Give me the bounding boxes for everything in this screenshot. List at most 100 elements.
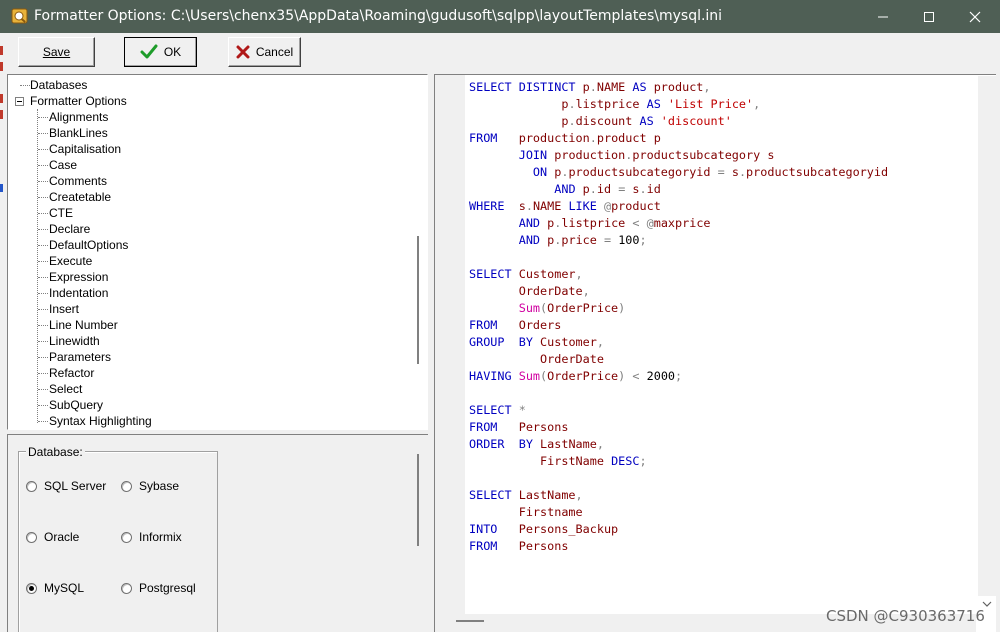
code-line: SELECT Customer,	[469, 266, 888, 283]
code-token: ,	[703, 80, 711, 94]
code-token: ORDER	[469, 437, 519, 451]
tree-connector	[38, 245, 48, 246]
tree-item-createtable[interactable]: Createtable	[49, 189, 111, 205]
code-token: .	[589, 182, 597, 196]
tree-scrollbar-thumb[interactable]	[417, 236, 419, 364]
cancel-button[interactable]: Cancel	[228, 37, 301, 67]
code-token: ;	[639, 233, 647, 247]
code-line: SELECT *	[469, 402, 888, 419]
code-token: ,	[575, 267, 583, 281]
code-token: GROUP	[469, 335, 519, 349]
code-token: id	[646, 182, 661, 196]
tree-item-execute[interactable]: Execute	[49, 253, 92, 269]
editor-hscroll-thumb[interactable]	[456, 620, 484, 622]
tree-item-comments[interactable]: Comments	[49, 173, 107, 189]
editor-vertical-scrollbar[interactable]	[978, 76, 996, 596]
code-line: SELECT DISTINCT p.NAME AS product,	[469, 79, 888, 96]
tree-connector	[20, 85, 30, 86]
radio-sybase[interactable]: Sybase	[121, 479, 179, 493]
code-line: AND p.price = 100;	[469, 232, 888, 249]
tree-item-indentation[interactable]: Indentation	[49, 285, 108, 301]
tree-connector	[38, 357, 48, 358]
radio-sql-server[interactable]: SQL Server	[26, 479, 106, 493]
cancel-button-label: Cancel	[255, 45, 294, 59]
tree-item-refactor[interactable]: Refactor	[49, 365, 94, 381]
tree-item-subquery[interactable]: SubQuery	[49, 397, 103, 413]
radio-label: Oracle	[44, 530, 80, 544]
code-token: @	[603, 199, 612, 213]
tree-item-blanklines[interactable]: BlankLines	[49, 125, 108, 141]
tree-item-alignments[interactable]: Alignments	[49, 109, 108, 125]
options-tree[interactable]: Databases Formatter Options Alignments Bl…	[7, 74, 428, 430]
code-token: AND	[518, 233, 548, 247]
tree-item-select[interactable]: Select	[49, 381, 82, 397]
code-token: LIKE	[568, 199, 604, 213]
tree-item-cte[interactable]: CTE	[49, 205, 73, 221]
ok-button-label: OK	[163, 45, 182, 59]
close-button[interactable]	[952, 0, 998, 33]
code-token: productsubcategoryid	[746, 165, 889, 179]
tree-item-insert[interactable]: Insert	[49, 301, 79, 317]
tree-item-declare[interactable]: Declare	[49, 221, 90, 237]
code-token: ,	[596, 437, 604, 451]
code-token: ;	[639, 454, 647, 468]
radio-oracle[interactable]: Oracle	[26, 530, 79, 544]
tree-item-syntax-highlighting[interactable]: Syntax Highlighting	[49, 413, 152, 429]
radio-mysql[interactable]: MySQL	[26, 581, 84, 595]
check-icon	[140, 44, 158, 59]
code-line: GROUP BY Customer,	[469, 334, 888, 351]
code-token: listprice	[575, 97, 647, 111]
code-token: listprice	[561, 216, 633, 230]
ok-button[interactable]: OK	[124, 37, 197, 67]
edge-mark	[0, 110, 3, 119]
code-token: BY	[518, 335, 541, 349]
tree-item-case[interactable]: Case	[49, 157, 77, 173]
code-line: OrderDate,	[469, 283, 888, 300]
save-button[interactable]: Save	[18, 37, 95, 67]
tree-connector	[38, 229, 48, 230]
tree-connector	[38, 133, 48, 134]
collapse-icon[interactable]	[15, 97, 24, 106]
tree-item-parameters[interactable]: Parameters	[49, 349, 111, 365]
code-line: FROM Persons	[469, 538, 888, 555]
code-token: Customer	[540, 335, 597, 349]
radio-informix[interactable]: Informix	[121, 530, 182, 544]
tree-item-expression[interactable]: Expression	[49, 269, 108, 285]
tree-connector	[38, 165, 48, 166]
tree-connector	[38, 277, 48, 278]
code-token: p	[653, 131, 661, 145]
code-token: NAME	[532, 199, 569, 213]
options-scrollbar-thumb[interactable]	[417, 454, 419, 546]
tree-item-formatter-options[interactable]: Formatter Options	[30, 93, 127, 109]
code-token: )	[618, 301, 626, 315]
code-token: LastName	[518, 488, 576, 502]
edge-mark	[0, 94, 3, 103]
tree-item-defaultoptions[interactable]: DefaultOptions	[49, 237, 128, 253]
code-token: FROM	[469, 318, 519, 332]
tree-item-capitalisation[interactable]: Capitalisation	[49, 141, 121, 157]
code-line: FirstName DESC;	[469, 453, 888, 470]
minimize-button[interactable]	[860, 0, 906, 33]
tree-connector	[38, 421, 48, 422]
radio-postgresql[interactable]: Postgresql	[121, 581, 196, 595]
code-token: discount	[575, 114, 640, 128]
maximize-button[interactable]	[906, 0, 952, 33]
tree-connector	[38, 181, 48, 182]
tree-item-line-number[interactable]: Line Number	[49, 317, 118, 333]
code-token: AS	[646, 97, 668, 111]
code-token: <	[632, 369, 647, 383]
sql-preview-editor[interactable]: SELECT DISTINCT p.NAME AS product, p. lis…	[434, 74, 996, 632]
code-token: ,	[753, 97, 761, 111]
tree-item-databases[interactable]: Databases	[30, 77, 87, 93]
code-token: Persons_Backup	[518, 522, 619, 536]
window-title: Formatter Options: C:\Users\chenx35\AppD…	[34, 8, 723, 24]
code-line: FROM Orders	[469, 317, 888, 334]
code-line: WHERE s.NAME LIKE @product	[469, 198, 888, 215]
code-token: NAME	[596, 80, 633, 94]
tree-item-linewidth[interactable]: Linewidth	[49, 333, 100, 349]
